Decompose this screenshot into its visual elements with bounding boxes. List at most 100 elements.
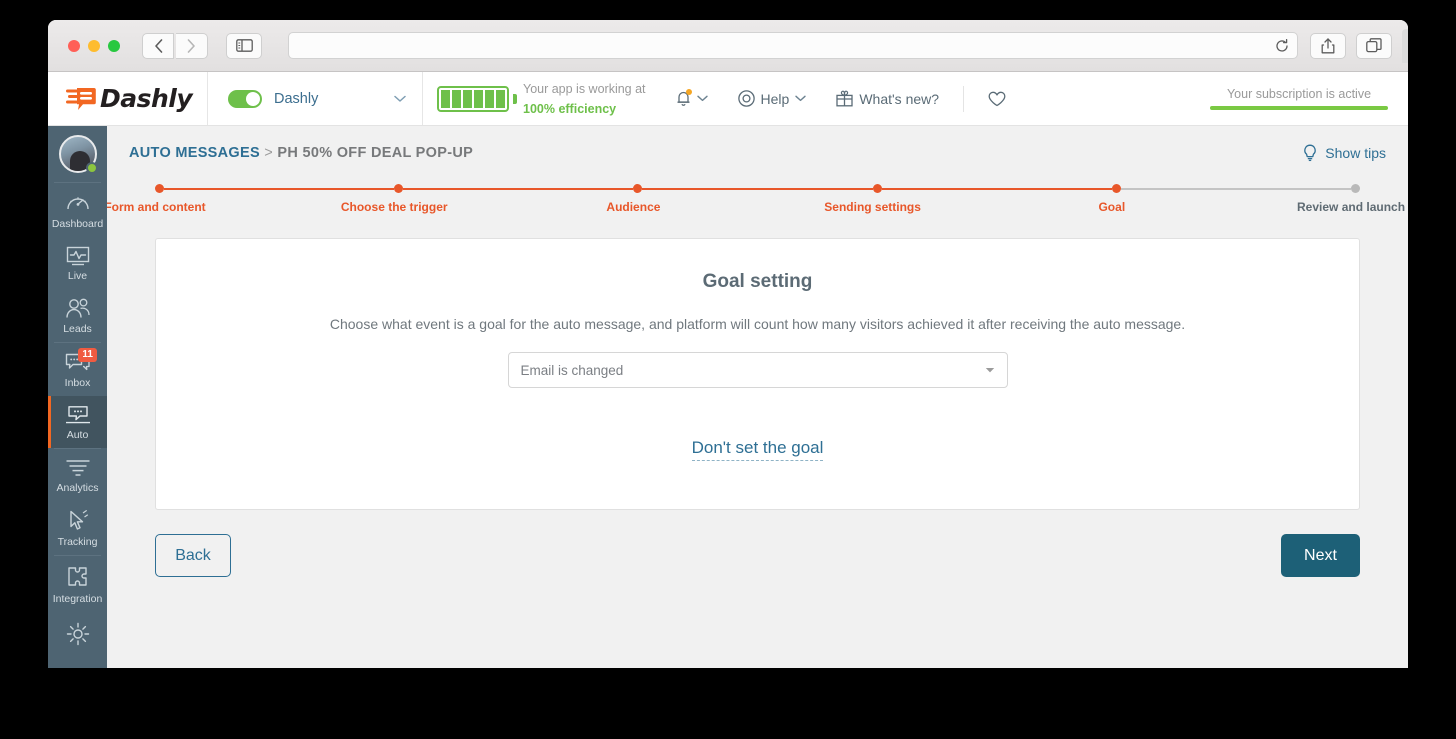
step-sending-settings[interactable]: Sending settings [824,184,1112,214]
left-sidebar: Dashboard Live Leads 11 Inbox Auto Analy… [48,126,107,668]
workspace-name: Dashly [274,90,319,107]
browser-actions: + [1310,29,1408,63]
share-icon[interactable] [1310,32,1346,59]
whats-new-button[interactable]: What's new? [824,72,951,126]
monitor-pulse-icon [66,246,90,266]
sidebar-item-dashboard[interactable]: Dashboard [48,183,107,237]
step-node [872,184,882,193]
nav-buttons [142,32,208,59]
next-button[interactable]: Next [1281,534,1360,577]
steps-track: Form and content Choose the trigger Audi… [107,184,1405,214]
sidebar-item-analytics[interactable]: Analytics [48,449,107,501]
gear-icon [65,621,91,647]
subscription-status: Your subscription is active [1210,87,1408,110]
app-efficiency: Your app is working at 100% efficiency [423,79,664,119]
subscription-bar [1210,106,1388,110]
step-label: Goal [1098,200,1126,214]
step-node [633,184,643,193]
sidebar-item-tracking[interactable]: Tracking [48,501,107,555]
back-button[interactable]: Back [155,534,231,577]
sidebar-item-integration[interactable]: Integration [48,556,107,612]
puzzle-icon [66,565,90,589]
brand-name: Dashly [100,84,193,113]
chevron-down-icon [985,367,995,374]
app-topbar: Dashly Dashly Your app is working at 100… [48,72,1408,126]
sidebar-item-live[interactable]: Live [48,237,107,289]
chevron-down-icon [696,95,708,102]
address-bar[interactable] [288,32,1298,59]
favorites-button[interactable] [976,72,1018,126]
step-node [155,184,164,193]
step-label: Form and content [107,200,206,214]
workspace-toggle[interactable] [228,89,262,108]
topbar-divider [963,85,965,112]
efficiency-caption: Your app is working at [523,81,646,96]
sidebar-item-auto[interactable]: Auto [48,396,107,448]
notifications-button[interactable] [664,72,720,126]
browser-titlebar: + [48,20,1408,72]
sidebar-toggle-icon[interactable] [226,32,262,59]
battery-icon [437,85,517,112]
whats-new-label: What's new? [859,90,940,107]
bell-icon [676,89,692,107]
goal-setting-card: Goal setting Choose what event is a goal… [155,238,1360,510]
minimize-window-button[interactable] [88,39,100,52]
help-button[interactable]: Help [726,72,819,126]
help-label: Help [760,90,790,107]
gift-icon [836,90,853,107]
sidebar-item-label: Live [67,270,88,282]
skip-goal-link[interactable]: Don't set the goal [691,438,824,461]
breadcrumb-row: AUTO MESSAGES > PH 50% OFF DEAL POP-UP S… [107,126,1408,162]
step-audience[interactable]: Audience [606,184,873,214]
step-review-and-launch[interactable]: Review and launch [1297,184,1405,214]
close-window-button[interactable] [68,39,80,52]
help-circle-icon [737,90,755,107]
step-label: Sending settings [824,200,921,214]
step-connector [1120,187,1352,190]
new-tab-button[interactable]: + [1402,29,1408,63]
sidebar-item-label: Auto [66,429,89,441]
reload-icon[interactable] [1275,38,1289,53]
step-connector [881,187,1112,190]
step-label: Audience [606,200,661,214]
tabs-overview-icon[interactable] [1356,32,1392,59]
step-connector [164,187,395,190]
chevron-down-icon [394,95,406,103]
window-controls [58,39,120,52]
auto-message-icon [65,405,91,425]
step-goal[interactable]: Goal [1098,184,1352,214]
breadcrumb-root[interactable]: AUTO MESSAGES [129,145,260,161]
step-connector [403,187,634,190]
step-choose-the-trigger[interactable]: Choose the trigger [341,184,634,214]
subscription-label: Your subscription is active [1226,87,1372,101]
brand-logo[interactable]: Dashly [48,72,208,125]
wizard-steps: Form and content Choose the trigger Audi… [107,184,1405,230]
sidebar-item-inbox[interactable]: 11 Inbox [48,343,107,396]
cursor-icon [66,510,90,532]
goal-select-value: Email is changed [520,362,624,378]
sidebar-item-settings[interactable] [48,612,107,654]
avatar[interactable] [48,126,107,182]
sidebar-item-leads[interactable]: Leads [48,289,107,342]
forward-icon[interactable] [176,32,208,59]
people-icon [65,298,91,319]
funnel-icon [65,458,91,478]
step-form-and-content[interactable]: Form and content [107,184,395,214]
step-node [1111,184,1121,193]
maximize-window-button[interactable] [108,39,120,52]
chevron-down-icon [795,95,807,102]
skip-goal-wrap: Don't set the goal [186,438,1329,461]
sidebar-item-label: Integration [52,593,103,605]
back-icon[interactable] [142,32,174,59]
sidebar-item-label: Tracking [57,536,98,548]
show-tips-button[interactable]: Show tips [1302,144,1386,162]
sidebar-item-label: Leads [63,323,92,335]
speedometer-icon [66,192,90,214]
breadcrumb-separator: > [264,145,274,161]
topbar-nav: Help What's new? [664,72,1019,126]
goal-select[interactable]: Email is changed [507,352,1008,388]
workspace-selector[interactable]: Dashly [208,72,423,125]
main-content: AUTO MESSAGES > PH 50% OFF DEAL POP-UP S… [107,126,1408,668]
card-description: Choose what event is a goal for the auto… [329,316,1186,332]
step-label: Choose the trigger [340,200,448,214]
